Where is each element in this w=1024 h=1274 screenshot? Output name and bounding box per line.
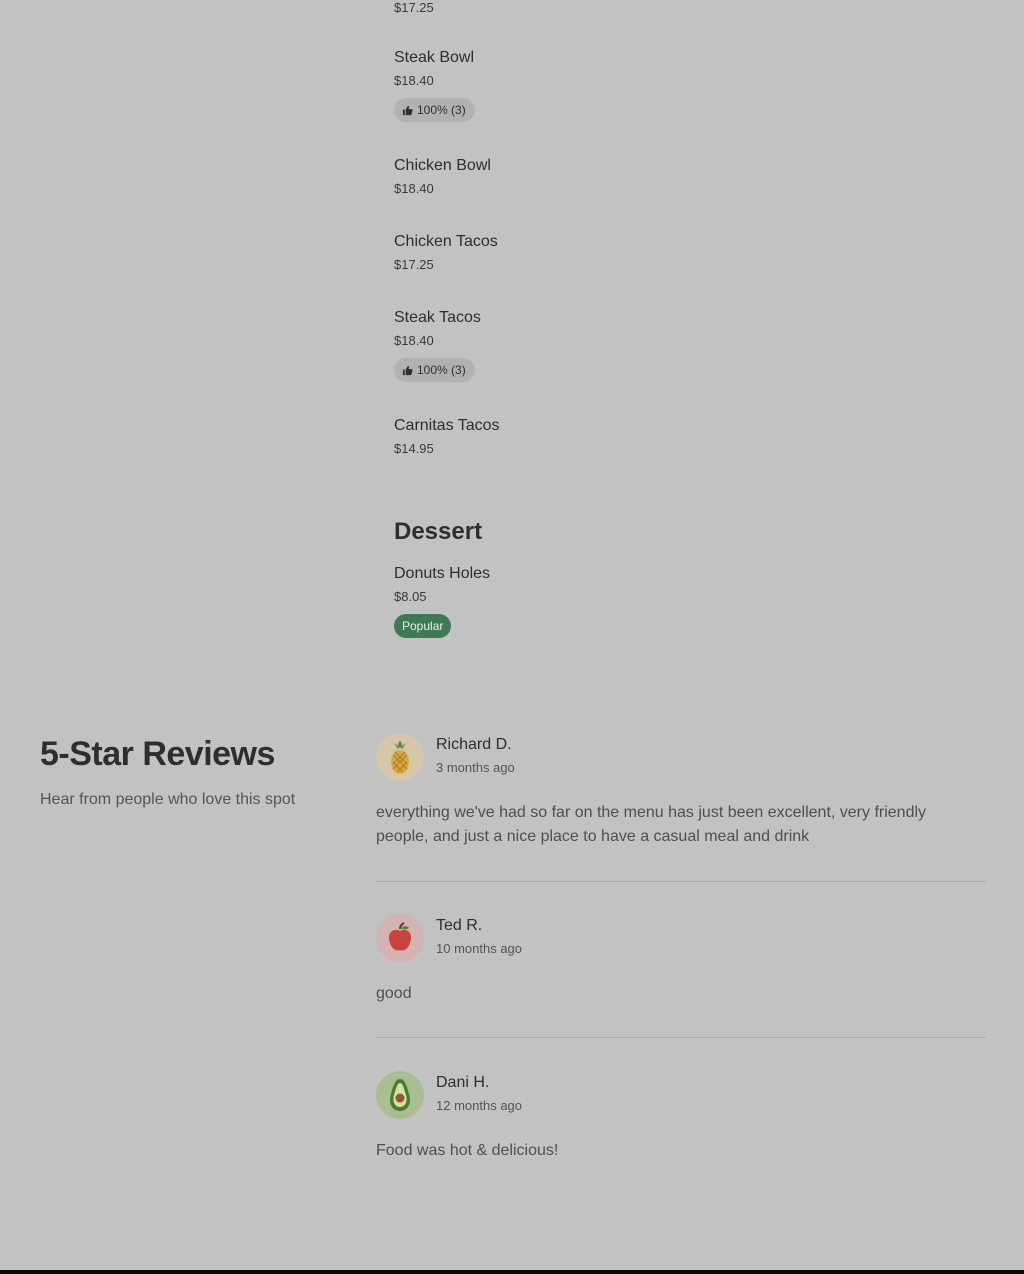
rating-text: 100% (3)	[417, 363, 466, 377]
menu-item-chicken-tacos[interactable]: Chicken Tacos $17.25	[394, 232, 498, 273]
item-price: $18.40	[394, 333, 434, 348]
menu-item-carnitas-tacos[interactable]: Carnitas Tacos $14.95	[394, 416, 500, 457]
menu-item-steak-tacos[interactable]: Steak Tacos $18.40 100% (3)	[394, 308, 481, 382]
item-name: Chicken Tacos	[394, 233, 498, 250]
item-name: Carnitas Tacos	[394, 417, 500, 434]
review-text: Food was hot & delicious!	[376, 1142, 559, 1159]
review-time: 10 months ago	[436, 941, 523, 956]
avatar	[376, 733, 424, 781]
pineapple-icon	[391, 740, 409, 774]
popular-badge: Popular	[394, 614, 452, 638]
menu-item-steak-bowl[interactable]: Steak Bowl $18.40 100% (3)	[394, 48, 475, 122]
review-time: 12 months ago	[436, 1098, 523, 1113]
reviews-subheading: Hear from people who love this spot	[40, 791, 296, 808]
item-price: $14.95	[394, 441, 434, 456]
thumbs-up-icon	[402, 105, 413, 115]
item-name: Steak Tacos	[394, 309, 481, 326]
item-price: $8.05	[394, 589, 427, 604]
item-name: Chicken Bowl	[394, 157, 491, 174]
item-name: Donuts Holes	[394, 565, 491, 582]
review-time: 3 months ago	[436, 760, 515, 775]
rating-text: 100% (3)	[417, 103, 466, 117]
item-price: $17.25	[394, 257, 434, 272]
item-price: $17.25	[394, 0, 434, 15]
reviewer-name: Ted R.	[436, 917, 483, 934]
rating-badge: 100% (3)	[394, 98, 475, 122]
reviewer-name: Richard D.	[436, 736, 512, 753]
rating-badge: 100% (3)	[394, 358, 475, 382]
reviewer-name: Dani H.	[436, 1074, 490, 1091]
thumbs-up-icon	[402, 365, 413, 375]
menu-item-partial[interactable]: $17.25	[394, 0, 434, 16]
apple-icon	[388, 922, 412, 951]
item-name: Steak Bowl	[394, 49, 475, 66]
avocado-icon	[390, 1079, 410, 1111]
review-text: good	[376, 985, 412, 1002]
divider	[376, 1037, 986, 1038]
reviews-heading: 5-Star Reviews	[40, 735, 275, 773]
avatar	[376, 1071, 424, 1119]
item-price: $18.40	[394, 73, 434, 88]
bottom-bar	[0, 1270, 1024, 1274]
item-price: $18.40	[394, 181, 434, 196]
avatar	[376, 914, 424, 962]
review-text: everything we've had so far on the menu …	[376, 804, 927, 845]
section-title-dessert: Dessert	[394, 518, 483, 545]
menu-item-chicken-bowl[interactable]: Chicken Bowl $18.40	[394, 156, 491, 197]
divider	[376, 881, 986, 882]
menu-item-donuts-holes[interactable]: Donuts Holes $8.05 Popular	[394, 564, 490, 638]
